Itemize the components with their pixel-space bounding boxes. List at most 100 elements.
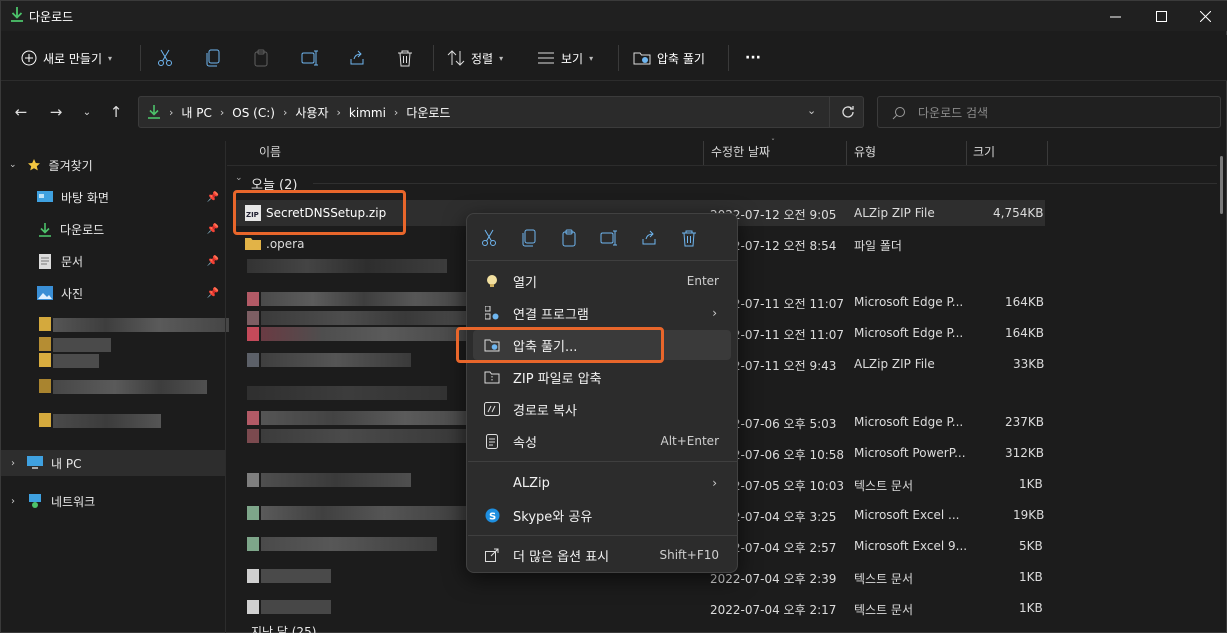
column-separator[interactable]: [1047, 141, 1048, 165]
column-header-modified[interactable]: 수정한 날짜: [711, 143, 770, 165]
extract-folder-icon: [633, 52, 651, 65]
forward-button[interactable]: →: [45, 99, 67, 125]
file-type: ALZip ZIP File: [854, 357, 935, 371]
ctx-rename-button[interactable]: [597, 226, 621, 250]
sort-label: 정렬: [471, 51, 494, 66]
menu-item-open-with[interactable]: 연결 프로그램 ›: [473, 298, 731, 328]
menu-item-properties[interactable]: 속성 Alt+Enter: [473, 426, 731, 456]
chevron-right-icon: ›: [219, 106, 225, 119]
delete-button[interactable]: [397, 42, 413, 74]
column-header-size[interactable]: 크기: [973, 143, 995, 165]
rename-button[interactable]: [301, 42, 319, 74]
skype-icon: S: [485, 508, 499, 522]
search-icon: [892, 107, 905, 120]
menu-separator: [468, 461, 738, 462]
menu-item-open[interactable]: 열기 Enter: [473, 266, 731, 296]
column-header-name[interactable]: 이름: [259, 143, 281, 165]
sidebar-item-pictures[interactable]: 사진 📌: [1, 280, 225, 306]
ctx-paste-button[interactable]: [557, 226, 581, 250]
menu-item-label: 속성: [513, 435, 537, 451]
sort-button[interactable]: 정렬 ▾: [447, 42, 503, 74]
blurred-group-header: [247, 386, 447, 400]
column-separator[interactable]: [966, 141, 967, 165]
menu-item-alzip[interactable]: ALZip ›: [473, 468, 731, 498]
file-type: 파일 폴더: [854, 239, 902, 253]
group-divider: [313, 183, 1217, 184]
blurred-folder-icon: [39, 379, 51, 393]
table-row[interactable]: 2022-07-04 오후 2:17 텍스트 문서 1KB: [233, 595, 1045, 621]
maximize-button[interactable]: [1138, 1, 1184, 31]
file-size: 237KB: [1005, 415, 1045, 429]
search-box[interactable]: 다운로드 검색: [877, 96, 1221, 128]
ctx-share-button[interactable]: [637, 226, 661, 250]
sidebar-item-downloads[interactable]: 다운로드 📌: [1, 216, 225, 242]
refresh-icon[interactable]: [841, 105, 855, 119]
new-button[interactable]: 새로 만들기 ▾: [21, 42, 112, 74]
column-separator[interactable]: [846, 141, 847, 165]
menu-item-more-options[interactable]: 더 많은 옵션 표시 Shift+F10: [473, 540, 731, 570]
column-separator[interactable]: [703, 141, 704, 165]
menu-item-label: ALZip: [513, 475, 550, 491]
cut-button[interactable]: [157, 42, 173, 74]
sidebar-item-desktop[interactable]: 바탕 화면 📌: [1, 184, 225, 210]
menu-item-compress-zip[interactable]: ZIP 파일로 압축: [473, 362, 731, 392]
chevron-down-icon[interactable]: ⌄: [235, 173, 243, 183]
pin-icon[interactable]: 📌: [207, 192, 219, 203]
ctx-delete-button[interactable]: [677, 226, 701, 250]
copy-button[interactable]: [205, 42, 221, 74]
sidebar-item-label: 바탕 화면: [61, 190, 109, 205]
file-name: .opera: [266, 237, 305, 251]
crumb-user[interactable]: kimmi: [349, 106, 386, 120]
up-button[interactable]: ↑: [105, 99, 127, 125]
pin-icon[interactable]: 📌: [207, 288, 219, 299]
menu-separator: [468, 535, 738, 536]
sidebar-item-documents[interactable]: 문서 📌: [1, 248, 225, 274]
minimize-button[interactable]: [1092, 1, 1138, 31]
crumb-mypc[interactable]: 내 PC: [181, 104, 211, 121]
file-size: 1KB: [1019, 477, 1043, 491]
sidebar-item-network[interactable]: › 네트워크: [1, 488, 225, 514]
separator: [728, 45, 729, 71]
paste-button[interactable]: [253, 42, 269, 74]
pin-icon[interactable]: 📌: [207, 256, 219, 267]
share-button[interactable]: [349, 42, 365, 74]
menu-item-copy-path[interactable]: 경로로 복사: [473, 394, 731, 424]
blurred-folder-name: [53, 354, 99, 368]
recent-locations-button[interactable]: ⌄: [76, 99, 98, 125]
chevron-down-icon: ⌄: [82, 106, 92, 118]
sidebar-favorites[interactable]: ⌄ 즐겨찾기: [1, 152, 225, 178]
vertical-scrollbar[interactable]: [1220, 156, 1223, 214]
more-label: ···: [745, 50, 761, 66]
sidebar-item-mypc[interactable]: › 내 PC: [1, 450, 225, 476]
pin-icon[interactable]: 📌: [207, 224, 219, 235]
extract-button[interactable]: 압축 풀기: [633, 42, 705, 74]
crumb-downloads[interactable]: 다운로드: [406, 104, 450, 121]
more-options-button[interactable]: ···: [745, 42, 761, 74]
close-button[interactable]: [1182, 1, 1227, 31]
file-size: 5KB: [1019, 539, 1043, 553]
menu-item-label: 더 많은 옵션 표시: [513, 549, 610, 565]
network-icon: [29, 494, 41, 508]
group-header-earlier[interactable]: 지난 달 (25): [251, 623, 316, 633]
window-title: 다운로드: [29, 10, 74, 24]
view-button[interactable]: 보기 ▾: [537, 42, 593, 74]
column-header-type[interactable]: 유형: [854, 143, 876, 165]
chevron-right-icon: ›: [712, 476, 717, 490]
maximize-icon: [1155, 10, 1167, 22]
rename-icon: [600, 230, 617, 246]
ctx-copy-button[interactable]: [517, 226, 541, 250]
header-divider: [227, 165, 1217, 166]
back-button[interactable]: ←: [10, 99, 32, 125]
crumb-drive[interactable]: OS (C:): [232, 106, 275, 120]
chevron-right-icon: ›: [336, 106, 341, 119]
crumb-users[interactable]: 사용자: [295, 104, 328, 121]
close-icon: [1199, 10, 1211, 22]
address-dropdown-icon[interactable]: ⌄: [807, 104, 816, 117]
menu-item-skype-share[interactable]: S Skype와 공유: [473, 500, 731, 530]
download-icon: [39, 222, 51, 237]
ctx-cut-button[interactable]: [477, 226, 501, 250]
chevron-right-icon: ›: [282, 106, 288, 119]
file-size: 1KB: [1019, 601, 1043, 615]
address-bar[interactable]: › 내 PC › OS (C:) › 사용자 › kimmi › 다운로드 ⌄: [138, 96, 864, 128]
document-icon: [39, 253, 51, 269]
